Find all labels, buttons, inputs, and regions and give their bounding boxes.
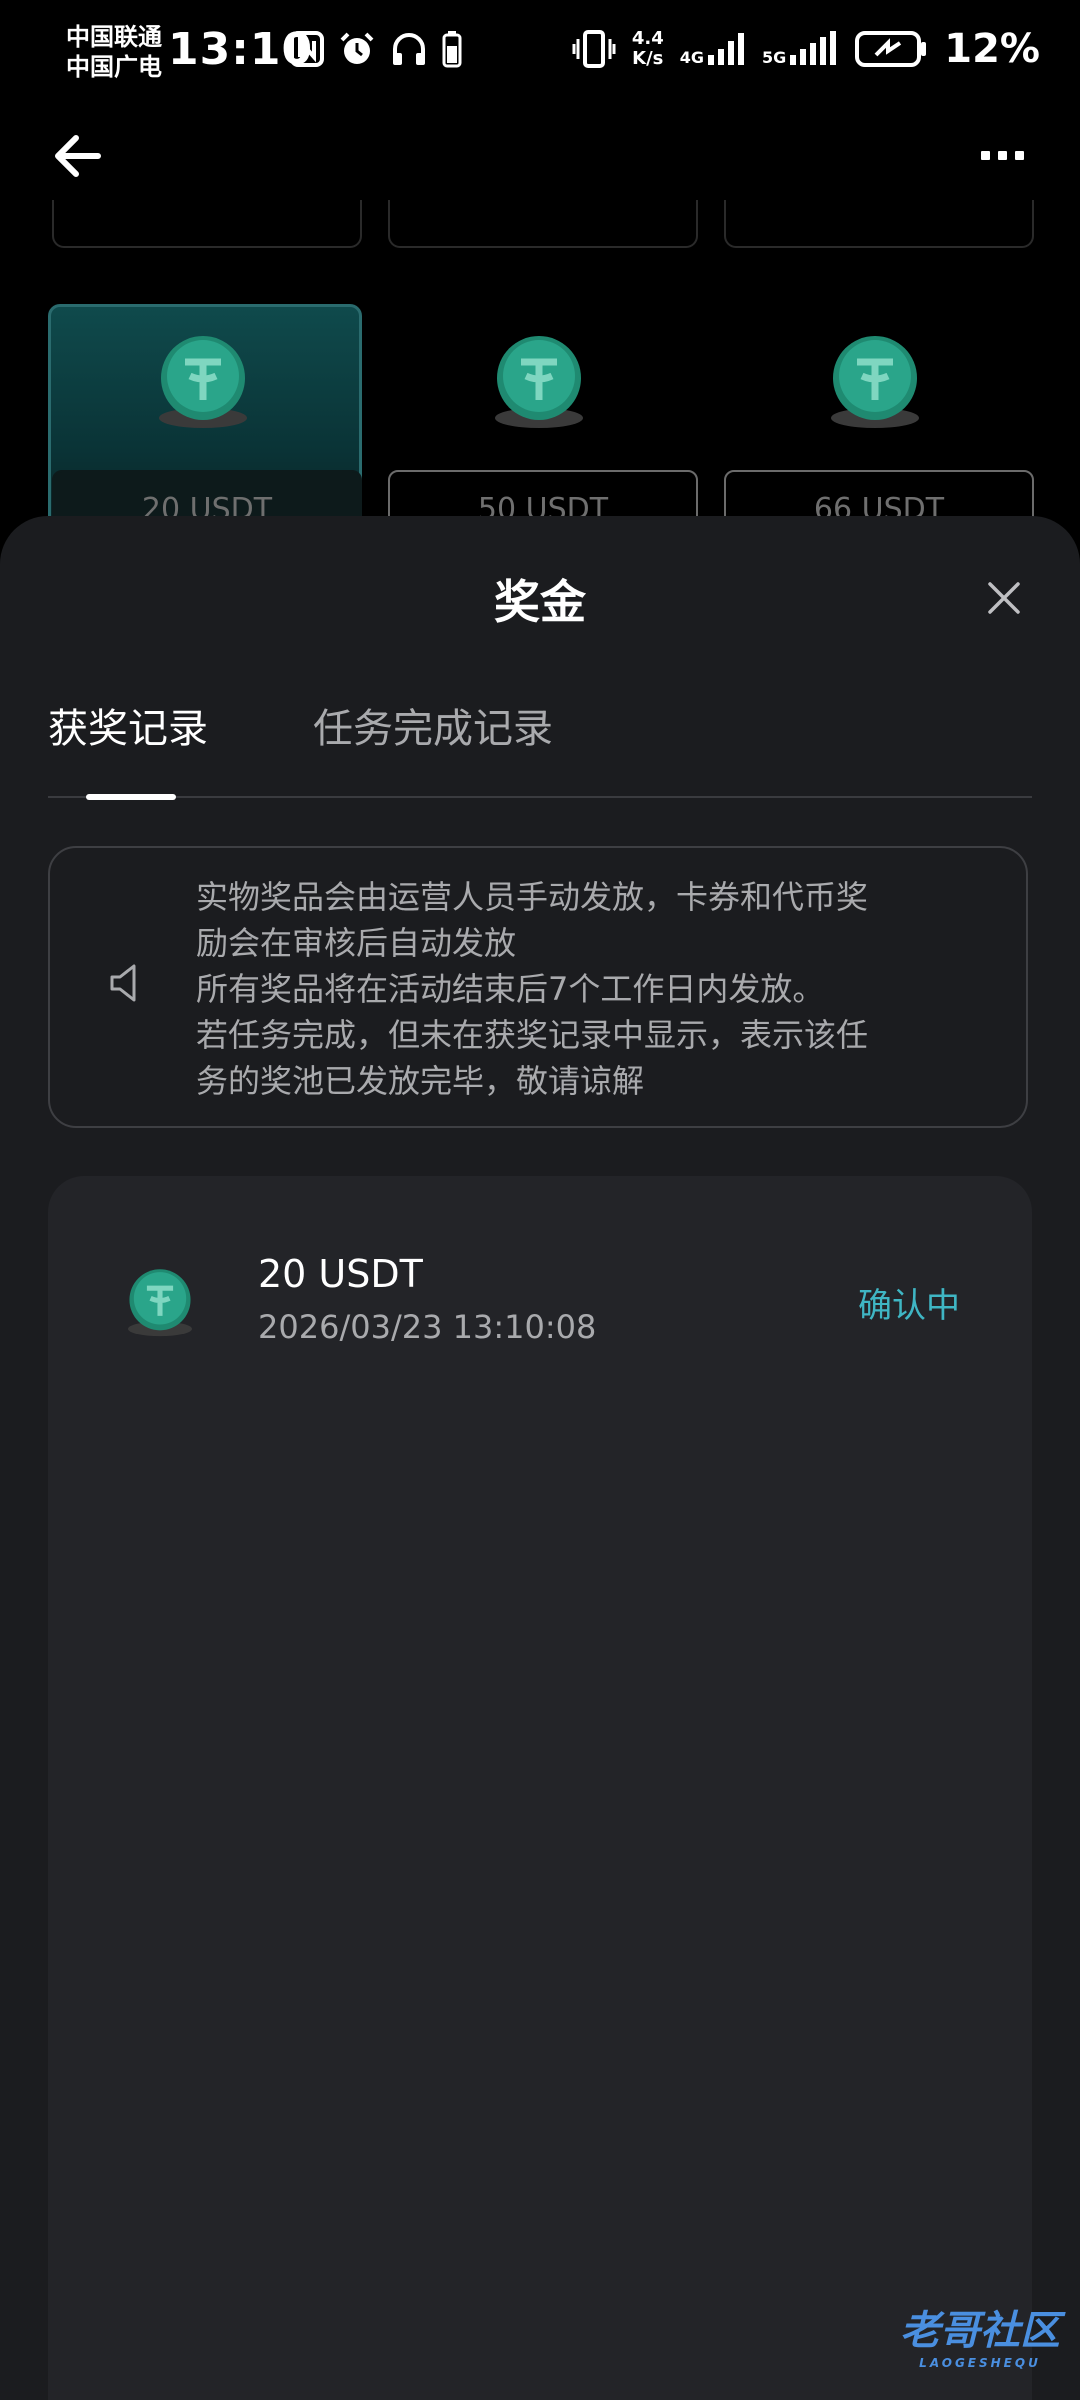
tab-task-records[interactable]: 任务完成记录 [313,696,553,754]
signal-bars-icon [790,31,837,65]
usdt-coin-icon [128,1269,192,1337]
back-arrow-icon [55,135,101,177]
carrier-1: 中国联通 [66,23,162,51]
notice-line: 励会在审核后自动发放 [196,924,517,962]
signal-5g: 5G [762,31,838,67]
headphones-icon [393,33,425,65]
more-button[interactable] [972,140,1032,170]
watermark-logo: 老哥社区 LAOGESHEQU [900,2308,1060,2370]
carrier-labels: 中国联通 中国广电 [66,22,162,82]
prize-card-top-2 [388,200,698,248]
status-bar: 中国联通 中国广电 13:10 4.4 K/s 4G 5G 12% [0,0,1080,110]
notice-line: 实物奖品会由运营人员手动发放，卡券和代币奖 [196,878,869,916]
close-icon [988,582,1020,614]
signal-bars-icon [707,33,744,65]
active-tab-indicator [86,794,176,800]
list-item[interactable]: 20 USDT 2026/03/23 13:10:08 确认中 [48,1236,1032,1356]
more-icon [980,150,990,160]
battery-icon [855,31,927,67]
alarm-icon [340,32,374,64]
prize-card-top-1 [52,200,362,248]
speaker-icon [110,964,136,1002]
status-icons-right: 4.4 K/s 4G 5G 12% [572,26,1040,72]
record-list: 20 USDT 2026/03/23 13:10:08 确认中 [48,1176,1032,2400]
notice-line: 若任务完成，但未在获奖记录中显示，表示该任 [196,1016,869,1054]
battery-percent: 12% [944,26,1040,72]
status-badge: 确认中 [858,1286,960,1326]
usdt-coin-icon [495,336,583,428]
notice-line: 务的奖池已发放完毕，敬请谅解 [196,1062,645,1100]
bonus-sheet: 奖金 获奖记录 任务完成记录 实物奖品会由运营人员手动发放，卡券和代币奖 励会在… [0,516,1080,2400]
device-battery-icon [442,31,462,68]
sheet-title: 奖金 [494,575,586,629]
tab-bar: 获奖记录 任务完成记录 [48,696,1032,800]
signal-4g: 4G [680,31,746,67]
notice-line: 所有奖品将在活动结束后7个工作日内发放。 [196,970,825,1008]
record-time: 2026/03/23 13:10:08 [258,1308,597,1346]
back-button[interactable] [48,126,108,186]
vibrate-icon [572,30,616,68]
record-title: 20 USDT [258,1252,423,1296]
notice-text: 实物奖品会由运营人员手动发放，卡券和代币奖 励会在审核后自动发放 所有奖品将在活… [196,874,996,1104]
prize-card-top-3 [724,200,1034,248]
usdt-coin-icon [831,336,919,428]
usdt-coin-icon [159,336,247,428]
close-button[interactable] [984,578,1024,618]
carrier-2: 中国广电 [66,53,162,81]
status-icons-left [290,30,462,68]
nfc-icon [290,31,324,67]
tab-award-records[interactable]: 获奖记录 [48,696,208,754]
net-speed: 4.4 K/s [631,28,664,69]
notice-box: 实物奖品会由运营人员手动发放，卡券和代币奖 励会在审核后自动发放 所有奖品将在活… [48,846,1028,1128]
